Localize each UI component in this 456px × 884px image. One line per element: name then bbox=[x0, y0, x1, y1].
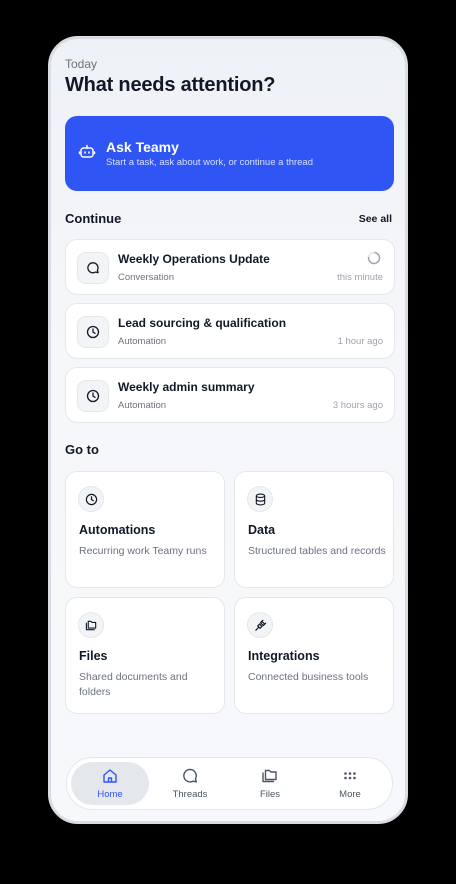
loading-spinner-icon bbox=[367, 251, 381, 265]
ask-teamy-title: Ask Teamy bbox=[106, 139, 179, 155]
goto-tile-icon-box bbox=[247, 486, 273, 512]
goto-tile-files[interactable]: Files Shared documents and folders bbox=[65, 597, 225, 714]
continue-item-type: Conversation bbox=[118, 272, 174, 283]
ask-teamy-button[interactable]: Ask Teamy Start a task, ask about work, … bbox=[65, 116, 394, 191]
home-screen: Today What needs attention? Ask Teamy St… bbox=[51, 39, 405, 821]
goto-tile-data[interactable]: Data Structured tables and records bbox=[234, 471, 394, 588]
goto-tile-icon-box bbox=[78, 612, 104, 638]
phone-frame: Today What needs attention? Ask Teamy St… bbox=[48, 36, 408, 824]
tab-label: Threads bbox=[172, 789, 208, 800]
continue-item-weekly-operations-update[interactable]: Weekly Operations Update Conversation th… bbox=[65, 239, 395, 295]
goto-tile-description: Structured tables and records bbox=[248, 545, 386, 557]
page-title: What needs attention? bbox=[65, 74, 276, 96]
dots-icon bbox=[344, 772, 356, 780]
chat-icon bbox=[183, 768, 197, 783]
continue-item-type: Automation bbox=[118, 336, 167, 347]
bot-icon bbox=[78, 144, 96, 158]
goto-tile-title: Integrations bbox=[248, 649, 320, 663]
continue-item-title: Weekly admin summary bbox=[118, 380, 255, 394]
tab-threads[interactable]: Threads bbox=[151, 762, 229, 805]
folders-icon bbox=[262, 769, 277, 783]
bottom-tab-bar: Home Threads Files More bbox=[66, 757, 393, 810]
goto-tile-description: Connected business tools bbox=[248, 671, 369, 683]
clock-icon bbox=[85, 493, 97, 505]
continue-item-title: Weekly Operations Update bbox=[118, 252, 270, 266]
tab-label: More bbox=[339, 789, 361, 800]
folders-icon bbox=[85, 620, 96, 630]
goto-tile-automations[interactable]: Automations Recurring work Teamy runs bbox=[65, 471, 225, 588]
goto-tile-icon-box bbox=[78, 486, 104, 512]
date-label: Today bbox=[65, 57, 98, 71]
continue-item-lead-sourcing[interactable]: Lead sourcing & qualification Automation… bbox=[65, 303, 395, 359]
goto-tile-title: Files bbox=[79, 649, 108, 663]
chat-icon bbox=[87, 262, 99, 274]
tab-label: Files bbox=[259, 789, 281, 800]
goto-tile-title: Data bbox=[248, 523, 276, 537]
tab-files[interactable]: Files bbox=[231, 762, 309, 805]
plug-icon bbox=[254, 619, 266, 631]
clock-icon bbox=[86, 389, 100, 403]
continue-item-title: Lead sourcing & qualification bbox=[118, 316, 287, 330]
tab-label: Home bbox=[97, 789, 123, 800]
goto-tile-description: Shared documents and folders bbox=[79, 671, 188, 698]
continue-item-time: 1 hour ago bbox=[337, 336, 383, 347]
database-icon bbox=[255, 493, 265, 505]
continue-item-time: this minute bbox=[337, 272, 383, 283]
tab-home[interactable]: Home bbox=[71, 762, 149, 805]
continue-heading: Continue bbox=[65, 211, 122, 226]
tab-more[interactable]: More bbox=[311, 762, 389, 805]
see-all-link[interactable]: See all bbox=[359, 213, 392, 225]
home-icon bbox=[103, 769, 117, 783]
continue-item-type: Automation bbox=[118, 400, 167, 411]
go-to-heading: Go to bbox=[65, 442, 99, 457]
continue-item-time: 3 hours ago bbox=[332, 400, 383, 411]
goto-tile-icon-box bbox=[247, 612, 273, 638]
continue-item-icon-box bbox=[77, 316, 109, 348]
continue-item-icon-box bbox=[77, 380, 109, 412]
clock-icon bbox=[86, 325, 100, 339]
ask-teamy-subtitle: Start a task, ask about work, or continu… bbox=[106, 157, 314, 168]
continue-item-weekly-admin-summary[interactable]: Weekly admin summary Automation 3 hours … bbox=[65, 367, 395, 423]
goto-tile-title: Automations bbox=[79, 523, 156, 537]
continue-item-icon-box bbox=[77, 252, 109, 284]
goto-tile-description: Recurring work Teamy runs bbox=[79, 545, 207, 557]
goto-tile-integrations[interactable]: Integrations Connected business tools bbox=[234, 597, 394, 714]
